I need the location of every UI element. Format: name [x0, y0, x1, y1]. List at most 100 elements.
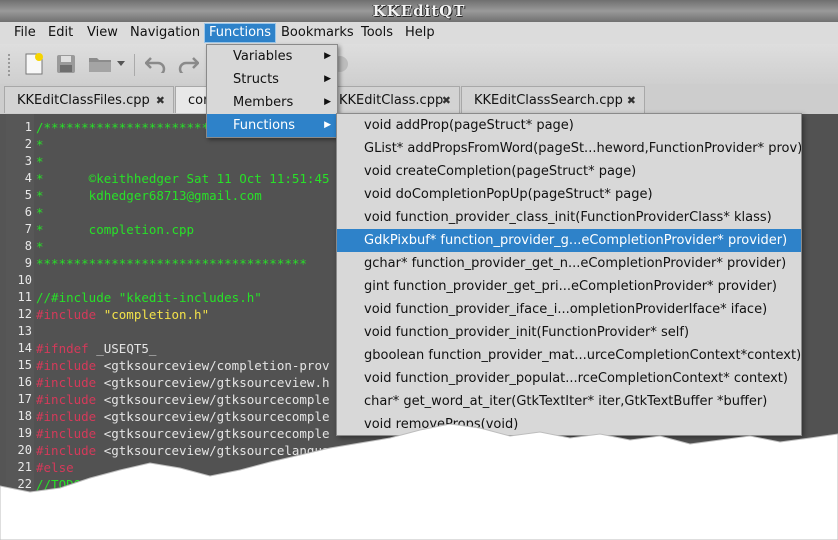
- code-line[interactable]: * ©keithhedger Sat 11 Oct 11:51:45: [36, 170, 330, 187]
- tab-kkeditclasssearch[interactable]: KKEditClassSearch.cpp ✖: [461, 86, 645, 113]
- code-line[interactable]: #include <gtksourceview/gtksourcelanguag…: [36, 442, 420, 459]
- function-menu-item[interactable]: char* get_word_at_iter(GtkTextIter* iter…: [337, 390, 801, 413]
- code-line[interactable]: *: [36, 204, 44, 221]
- new-document-icon[interactable]: [20, 50, 48, 78]
- dropdown-arrow-icon[interactable]: [114, 50, 128, 78]
- code-line[interactable]: #include <gtksourceview/gtksourcecomple: [36, 425, 330, 442]
- code-line[interactable]: #include "completion.h": [36, 306, 209, 323]
- code-token: #include: [36, 392, 104, 407]
- window-title: KKEditQT: [372, 2, 466, 20]
- save-icon[interactable]: [52, 50, 80, 78]
- code-token: #include: [36, 307, 104, 322]
- function-menu-item[interactable]: void addProp(pageStruct* page): [337, 114, 801, 137]
- functions-menu-members[interactable]: Members ▶: [207, 91, 337, 114]
- function-menu-item[interactable]: void function_provider_init(FunctionProv…: [337, 321, 801, 344]
- code-token: #include: [36, 358, 104, 373]
- code-line[interactable]: //#include "kkedit-includes.h": [36, 289, 262, 306]
- submenu-arrow-icon: ▶: [324, 120, 331, 130]
- function-menu-item[interactable]: void function_provider_populat...rceComp…: [337, 367, 801, 390]
- code-token: #include: [36, 375, 104, 390]
- function-menu-item[interactable]: GdkPixbuf* function_provider_g...eComple…: [337, 229, 801, 252]
- toolbar: [0, 44, 838, 84]
- menu-edit[interactable]: Edit: [44, 24, 77, 42]
- code-line[interactable]: *: [36, 136, 44, 153]
- code-line[interactable]: #include <gtksourceview/gtksourcecomple: [36, 391, 330, 408]
- code-token: <gtksourceview/gtksourcecomple: [103, 392, 330, 407]
- code-line[interactable]: #include <gtksourceview/gtksourcecomple: [36, 408, 330, 425]
- code-line[interactable]: * completion.cpp: [36, 221, 194, 238]
- tab-label: KKEditClass.cpp: [339, 93, 444, 108]
- toolbar-grip[interactable]: [8, 54, 14, 76]
- tab-close-icon[interactable]: ✖: [156, 87, 165, 114]
- tab-close-icon[interactable]: ✖: [442, 87, 451, 114]
- code-token: <gtksourceview/gtksourceview.h: [103, 375, 330, 390]
- code-line[interactable]: /************************: [36, 119, 224, 136]
- function-menu-item[interactable]: gint function_provider_get_pri...eComple…: [337, 275, 801, 298]
- menu-help[interactable]: Help: [401, 24, 439, 42]
- code-token: *: [36, 205, 44, 220]
- tab-bar: KKEditClassFiles.cpp ✖ completion.cpp ✖ …: [0, 84, 838, 115]
- line-number: 3: [24, 154, 32, 168]
- code-line[interactable]: #ifndef _USEQT5_: [36, 340, 156, 357]
- redo-icon[interactable]: [174, 50, 202, 78]
- menu-item-label: Functions: [233, 118, 296, 133]
- menu-item-label: Members: [233, 95, 294, 110]
- code-token: //#include "kkedit-includes.h": [36, 290, 262, 305]
- tab-kkeditclass[interactable]: KKEditClass.cpp ✖: [326, 86, 460, 113]
- functions-menu: Variables ▶ Structs ▶ Members ▶ Function…: [206, 44, 338, 138]
- function-menu-item[interactable]: void createCompletion(pageStruct* page): [337, 160, 801, 183]
- line-number: 5: [24, 188, 32, 202]
- code-line[interactable]: #include <gtksourceview/completion-prov: [36, 357, 330, 374]
- line-number: 20: [17, 443, 32, 457]
- menu-item-label: Variables: [233, 49, 293, 64]
- line-number: 11: [17, 290, 32, 304]
- menubar: File Edit View Navigation Functions Book…: [0, 22, 838, 44]
- line-number: 22: [17, 477, 32, 491]
- functions-menu-structs[interactable]: Structs ▶: [207, 68, 337, 91]
- function-menu-item[interactable]: void function_provider_iface_i...ompleti…: [337, 298, 801, 321]
- code-token: <gtksourceview/gtksourcecomple: [103, 409, 330, 424]
- menu-view[interactable]: View: [83, 24, 122, 42]
- functions-menu-functions[interactable]: Functions ▶: [207, 114, 337, 137]
- code-line[interactable]: //TODO//: [36, 476, 96, 493]
- line-number: 1: [24, 120, 32, 134]
- menu-functions[interactable]: Functions: [203, 23, 277, 43]
- code-token: ************************************: [36, 256, 307, 271]
- code-line[interactable]: ************************************: [36, 255, 307, 272]
- code-line[interactable]: #else: [36, 459, 74, 476]
- menu-bookmarks[interactable]: Bookmarks: [277, 24, 358, 42]
- line-number: 21: [17, 460, 32, 474]
- menu-file[interactable]: File: [10, 24, 40, 42]
- code-line[interactable]: * kdhedger68713@gmail.com: [36, 187, 262, 204]
- function-menu-item[interactable]: void doCompletionPopUp(pageStruct* page): [337, 183, 801, 206]
- code-token: #ifndef: [36, 341, 97, 356]
- code-token: #include: [36, 426, 104, 441]
- code-line[interactable]: #include <gtksourceview/gtksourceview.h: [36, 374, 330, 391]
- submenu-arrow-icon: ▶: [324, 74, 331, 84]
- menu-navigation[interactable]: Navigation: [126, 24, 204, 42]
- function-menu-item[interactable]: void removeProps(void): [337, 413, 801, 436]
- function-menu-item[interactable]: gchar* function_provider_get_n...eComple…: [337, 252, 801, 275]
- function-menu-item[interactable]: gboolean function_provider_mat...urceCom…: [337, 344, 801, 367]
- tab-close-icon[interactable]: ✖: [627, 87, 636, 114]
- code-token: #include: [36, 409, 104, 424]
- function-menu-item[interactable]: void function_provider_class_init(Functi…: [337, 206, 801, 229]
- code-token: /************************: [36, 120, 225, 135]
- open-folder-icon[interactable]: [86, 50, 114, 78]
- undo-icon[interactable]: [142, 50, 170, 78]
- code-token: * ©keithhedger Sat 11 Oct 11:51:45: [36, 171, 330, 186]
- functions-menu-variables[interactable]: Variables ▶: [207, 45, 337, 68]
- line-number-gutter: 1 2 3 4 5 6 7 8 9 10 11 12 13 14 15 16 17 18 19 20 21 22: [6, 114, 34, 494]
- line-number: 4: [24, 171, 32, 185]
- tab-kkeditclassfiles[interactable]: KKEditClassFiles.cpp ✖: [4, 86, 174, 113]
- line-number: 9: [24, 256, 32, 270]
- menu-tools[interactable]: Tools: [357, 24, 397, 42]
- code-line[interactable]: *: [36, 153, 44, 170]
- tab-label: KKEditClassFiles.cpp: [17, 93, 150, 108]
- code-line[interactable]: *: [36, 238, 44, 255]
- code-token: * completion.cpp: [36, 222, 195, 237]
- line-number: 16: [17, 375, 32, 389]
- toolbar-separator: [134, 54, 135, 76]
- line-number: 8: [24, 239, 32, 253]
- function-menu-item[interactable]: GList* addPropsFromWord(pageSt...heword,…: [337, 137, 801, 160]
